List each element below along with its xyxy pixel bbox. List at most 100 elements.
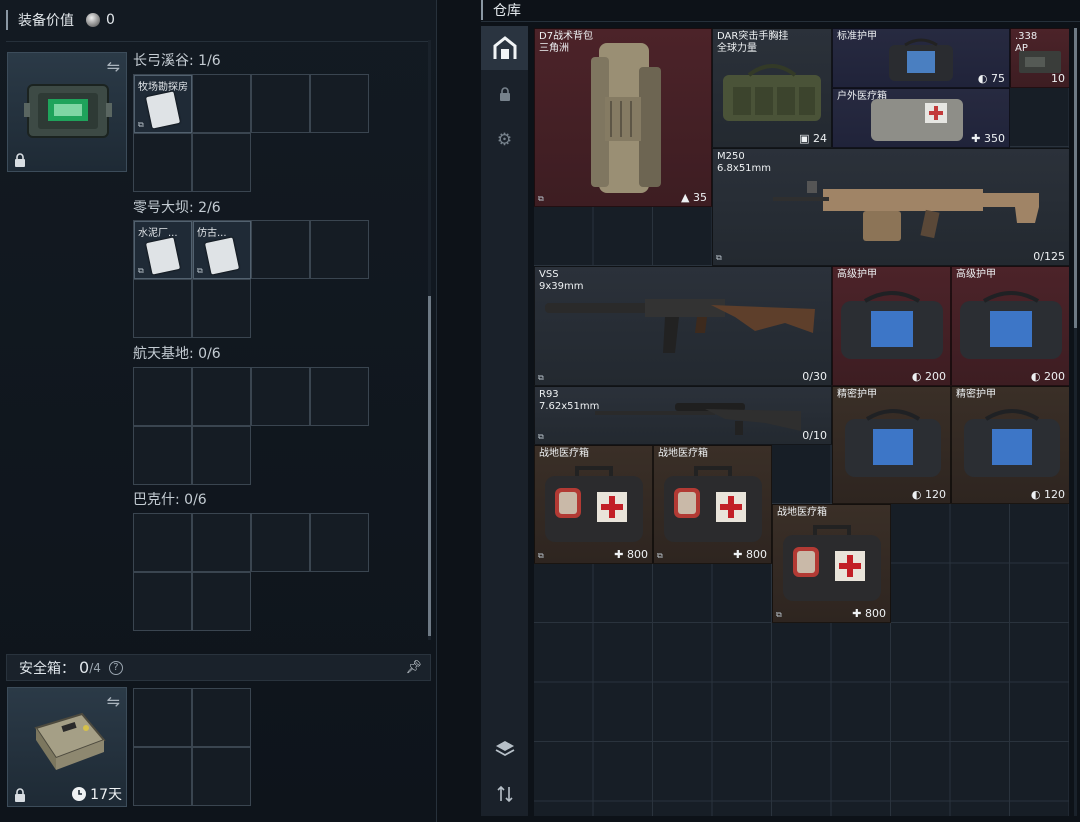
case-slot[interactable] [310, 74, 369, 133]
item-armor-advanced[interactable]: 高级护甲 ◐ 200 [832, 266, 951, 386]
item-medkit-field[interactable]: 战地医疗箱 ⧉ ✚ 800 [772, 504, 891, 623]
case-slot[interactable] [251, 513, 310, 572]
safe-slot[interactable] [133, 688, 192, 747]
sidebar-sort-button[interactable] [481, 772, 528, 816]
safe-slot[interactable] [133, 747, 192, 806]
armor-image [889, 38, 953, 81]
swap-icon[interactable]: ⇋ [107, 57, 120, 76]
case-slot[interactable] [251, 367, 310, 426]
item-qty: ▲ 35 [681, 191, 707, 204]
r93-image [595, 403, 801, 435]
item-m250[interactable]: M250 6.8x51mm ⧉ 0/125 [712, 148, 1069, 266]
safe-box-item[interactable]: ⇋ 17天 [7, 687, 127, 807]
item-qty: ✚ 350 [971, 132, 1005, 145]
pin-icon: ⧉ [657, 551, 663, 560]
safe-slot[interactable] [192, 747, 251, 806]
item-name: 战地医疗箱 [658, 448, 708, 459]
keycard-item[interactable]: 仿古... ⧉ [193, 221, 251, 279]
lock-icon [15, 788, 25, 802]
case-label-bakhsh: 巴克什: 0/6 [133, 492, 207, 508]
pin-icon: ⧉ [538, 551, 544, 560]
case-slot[interactable] [133, 513, 192, 572]
warehouse-panel: 仓库 ⚙ D7战术背包 三角洲 ⧉ ▲ 35 DAR突击手胸挂 全球力量 ▣ 2… [437, 0, 1080, 822]
key-case-item[interactable]: ⇋ [7, 52, 127, 172]
sidebar-layers-button[interactable] [481, 726, 528, 770]
left-scrollbar[interactable] [428, 40, 431, 640]
keycard-item[interactable]: 水泥厂... ⧉ [134, 221, 192, 279]
safe-slot[interactable] [192, 688, 251, 747]
item-chest-rig[interactable]: DAR突击手胸挂 全球力量 ▣ 24 [712, 28, 832, 148]
equipment-value: 0 [106, 12, 115, 28]
sidebar-storage-button[interactable] [481, 26, 528, 70]
item-ammo-338[interactable]: .338 AP 10 [1010, 28, 1069, 88]
pin-icon[interactable]: 📌︎ [405, 660, 422, 675]
keycard-item[interactable]: 牧场勘探房 ⧉ [134, 75, 192, 133]
item-vss[interactable]: VSS 9x39mm ⧉ 0/30 [534, 266, 832, 386]
case-slot[interactable] [133, 367, 192, 426]
item-backpack[interactable]: D7战术背包 三角洲 ⧉ ▲ 35 [534, 28, 712, 207]
case-slot[interactable] [192, 279, 251, 338]
case-slot[interactable] [133, 279, 192, 338]
case-slot[interactable] [192, 426, 251, 485]
case-slot[interactable] [133, 133, 192, 192]
case-slot[interactable] [192, 513, 251, 572]
item-qty: 0/30 [802, 370, 827, 383]
item-qty: ▣ 24 [799, 132, 827, 145]
chest-rig-image [723, 64, 821, 121]
case-label-dam: 零号大坝: 2/6 [133, 200, 221, 216]
item-armor-precision[interactable]: 精密护甲 ◐ 120 [832, 386, 951, 504]
ammo-box-image [1019, 51, 1061, 73]
divider [481, 21, 1080, 22]
case-slot[interactable] [192, 133, 251, 192]
item-name: 精密护甲 [837, 389, 877, 400]
item-name: 标准护甲 [837, 31, 877, 42]
scrollbar-thumb[interactable] [1074, 28, 1077, 328]
item-qty: ◐ 120 [1030, 488, 1065, 501]
item-name: 战地医疗箱 [777, 507, 827, 518]
case-slot[interactable] [310, 513, 369, 572]
warehouse-scrollbar[interactable] [1074, 28, 1077, 816]
swap-icon[interactable]: ⇋ [107, 692, 120, 711]
item-qty: ◐ 200 [911, 370, 946, 383]
item-r93[interactable]: R93 7.62x51mm ⧉ 0/10 [534, 386, 832, 445]
item-qty: 0/10 [802, 429, 827, 442]
warehouse-grid[interactable]: D7战术背包 三角洲 ⧉ ▲ 35 DAR突击手胸挂 全球力量 ▣ 24 标准护… [534, 28, 1069, 816]
case-label-longbow: 长弓溪谷: 1/6 [133, 53, 221, 69]
case-slot[interactable] [133, 426, 192, 485]
equipment-panel: 装备价值 0 ⇋ 长弓溪谷: 1/6 牧场勘探房 ⧉ 零号大坝: 2/6 水泥厂… [0, 0, 437, 822]
item-armor-advanced[interactable]: 高级护甲 ◐ 200 [951, 266, 1069, 386]
item-armor-standard[interactable]: 标准护甲 ◐ 75 [832, 28, 1010, 88]
sidebar-lock-button[interactable] [481, 72, 528, 116]
duration-text: 17天 [90, 787, 122, 803]
medkit-image [783, 525, 881, 601]
item-medkit-field[interactable]: 战地医疗箱 ⧉ ✚ 800 [653, 445, 772, 564]
case-slot[interactable] [251, 220, 310, 279]
scrollbar-thumb[interactable] [428, 296, 431, 636]
keycard-label: 仿古... [197, 228, 227, 239]
case-slot[interactable] [310, 220, 369, 279]
case-slot[interactable] [251, 74, 310, 133]
warehouse-sidebar: ⚙ [481, 26, 528, 816]
safe-box-capacity: /4 [89, 660, 101, 675]
case-slot[interactable] [310, 367, 369, 426]
lock-icon [15, 153, 25, 167]
case-slot[interactable] [192, 572, 251, 631]
item-medkit-outdoor[interactable]: 户外医疗箱 ✚ 350 [832, 88, 1010, 148]
m250-image [773, 181, 1039, 241]
item-armor-precision[interactable]: 精密护甲 ◐ 120 [951, 386, 1069, 504]
equipment-value-label: 装备价值 [18, 13, 74, 29]
pin-icon: ⧉ [138, 120, 144, 129]
armor-image [964, 409, 1060, 477]
medkit-image [664, 466, 762, 542]
item-name: VSS 9x39mm [539, 269, 584, 292]
help-icon[interactable]: ? [108, 660, 123, 675]
item-name: 战地医疗箱 [539, 448, 589, 459]
pin-icon: ⧉ [538, 432, 544, 441]
case-slot[interactable] [192, 74, 251, 133]
item-medkit-field[interactable]: 战地医疗箱 ⧉ ✚ 800 [534, 445, 653, 564]
case-slot[interactable] [133, 572, 192, 631]
equipment-value-header: 装备价值 0 [6, 10, 115, 30]
case-slot[interactable] [192, 367, 251, 426]
sidebar-settings-button[interactable]: ⚙ [481, 118, 528, 162]
medkit-image [545, 466, 643, 542]
